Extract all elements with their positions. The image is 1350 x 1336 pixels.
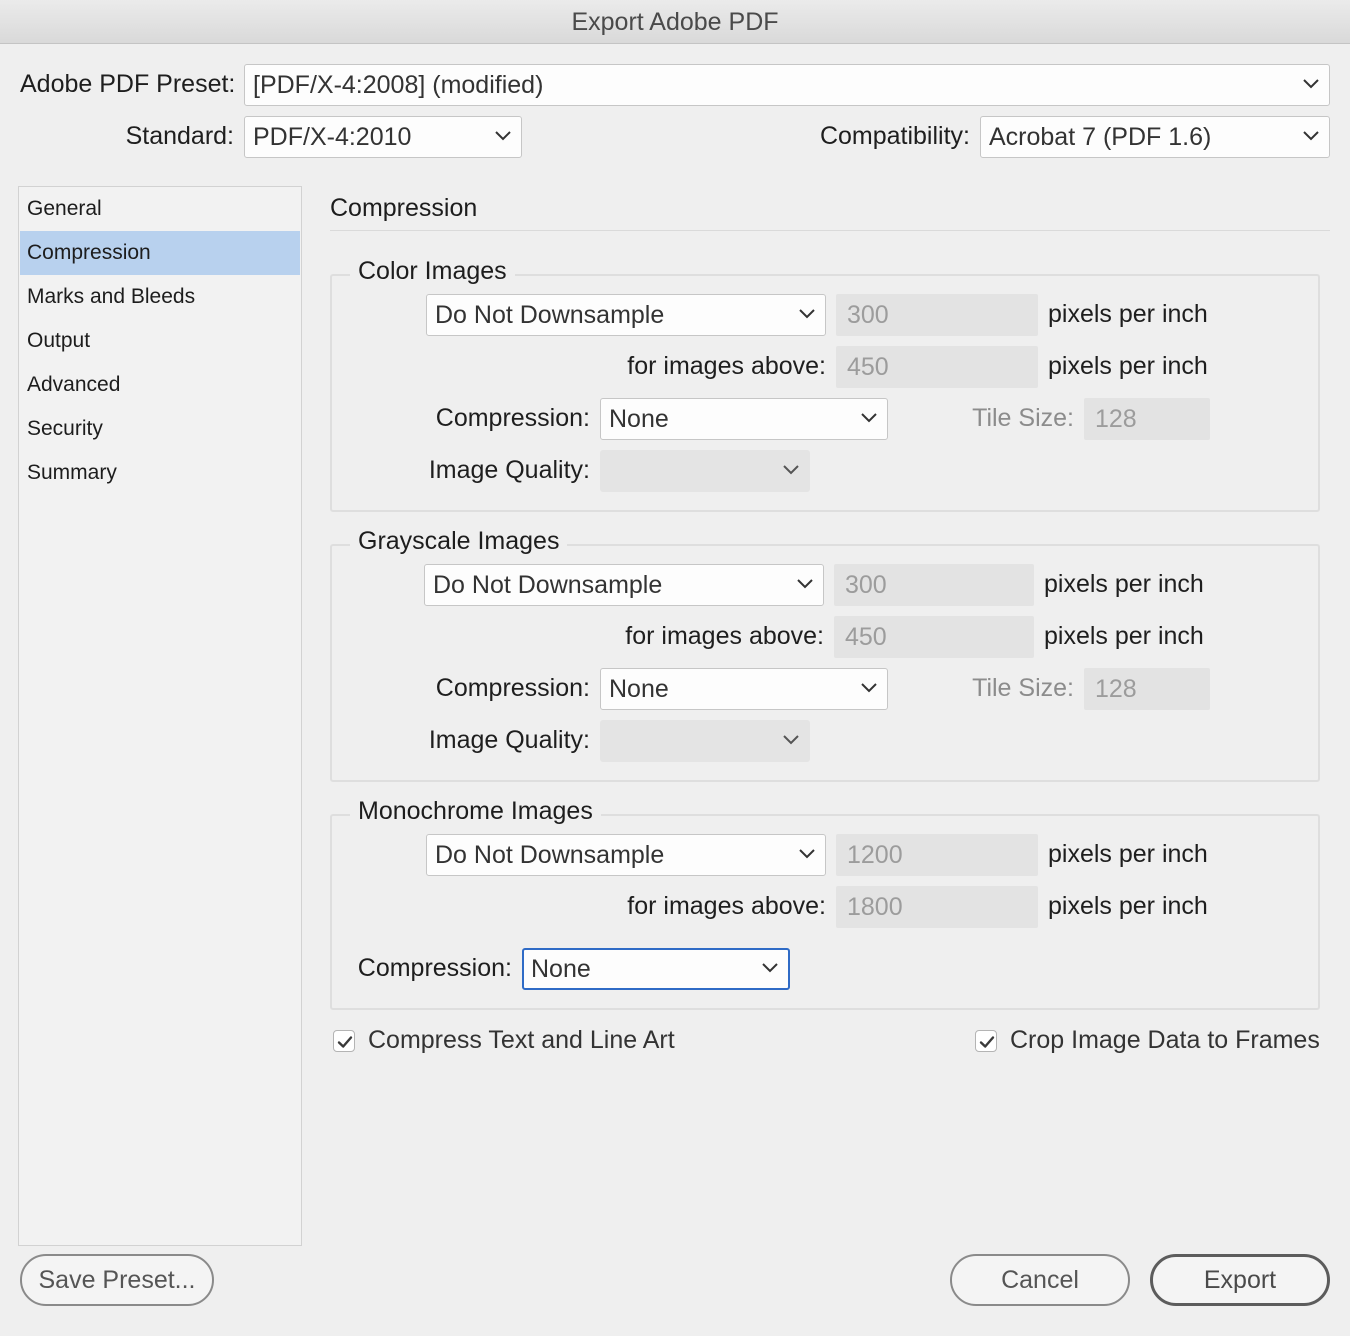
crop-image-checkbox[interactable] bbox=[975, 1030, 997, 1052]
export-button[interactable]: Export bbox=[1150, 1254, 1330, 1306]
crop-image-label[interactable]: Crop Image Data to Frames bbox=[1010, 1026, 1320, 1055]
chevron-down-icon bbox=[861, 683, 877, 693]
color-downsample-select[interactable]: Do Not Downsample bbox=[426, 294, 826, 336]
sidebar-item-advanced[interactable]: Advanced bbox=[20, 363, 300, 407]
color-tile-field[interactable]: 128 bbox=[1084, 398, 1210, 440]
checkmark-icon bbox=[337, 1036, 353, 1048]
color-above-field[interactable]: 450 bbox=[836, 346, 1038, 388]
preset-select[interactable]: [PDF/X-4:2008] (modified) bbox=[244, 64, 1330, 106]
grayscale-compression-select[interactable]: None bbox=[600, 668, 888, 710]
dialog-body: Adobe PDF Preset: [PDF/X-4:2008] (modifi… bbox=[0, 44, 1350, 1336]
grayscale-tile-field[interactable]: 128 bbox=[1084, 668, 1210, 710]
grayscale-downsample-select[interactable]: Do Not Downsample bbox=[424, 564, 824, 606]
grayscale-ppi-field[interactable]: 300 bbox=[834, 564, 1034, 606]
sidebar-item-output[interactable]: Output bbox=[20, 319, 300, 363]
compatibility-select-value: Acrobat 7 (PDF 1.6) bbox=[989, 123, 1212, 151]
chevron-down-icon bbox=[799, 309, 815, 319]
compress-text-checkbox[interactable] bbox=[333, 1030, 355, 1052]
color-quality-label: Image Quality: bbox=[428, 456, 590, 484]
monochrome-compression-select[interactable]: None bbox=[522, 948, 790, 990]
sidebar-item-summary[interactable]: Summary bbox=[20, 451, 300, 495]
window-title: Export Adobe PDF bbox=[0, 0, 1350, 44]
chevron-down-icon bbox=[797, 579, 813, 589]
section-title: Compression bbox=[330, 194, 478, 222]
color-compression-value: None bbox=[609, 405, 669, 433]
monochrome-ppi-field[interactable]: 1200 bbox=[836, 834, 1038, 876]
chevron-down-icon bbox=[495, 131, 511, 141]
color-ppi-unit: pixels per inch bbox=[1048, 300, 1208, 328]
color-compression-select[interactable]: None bbox=[600, 398, 888, 440]
section-divider bbox=[330, 230, 1330, 231]
grayscale-above-label: for images above: bbox=[625, 622, 824, 650]
category-sidebar: General Compression Marks and Bleeds Out… bbox=[18, 186, 302, 1246]
monochrome-compression-value: None bbox=[531, 955, 591, 983]
preset-label: Adobe PDF Preset: bbox=[20, 70, 236, 98]
sidebar-item-security[interactable]: Security bbox=[20, 407, 300, 451]
chevron-down-icon bbox=[762, 963, 778, 973]
color-compression-label: Compression: bbox=[435, 404, 590, 432]
color-above-label: for images above: bbox=[627, 352, 826, 380]
grayscale-above-unit: pixels per inch bbox=[1044, 622, 1204, 650]
grayscale-above-field[interactable]: 450 bbox=[834, 616, 1034, 658]
chevron-down-icon bbox=[783, 735, 799, 745]
chevron-down-icon bbox=[1303, 79, 1319, 89]
standard-select-value: PDF/X-4:2010 bbox=[253, 123, 412, 151]
monochrome-images-legend: Monochrome Images bbox=[350, 797, 601, 826]
grayscale-downsample-value: Do Not Downsample bbox=[433, 571, 663, 599]
grayscale-quality-select[interactable] bbox=[600, 720, 810, 762]
save-preset-button[interactable]: Save Preset... bbox=[20, 1254, 214, 1306]
chevron-down-icon bbox=[861, 413, 877, 423]
compatibility-label: Compatibility: bbox=[819, 122, 970, 150]
monochrome-ppi-unit: pixels per inch bbox=[1048, 840, 1208, 868]
chevron-down-icon bbox=[799, 849, 815, 859]
color-above-unit: pixels per inch bbox=[1048, 352, 1208, 380]
standard-label: Standard: bbox=[125, 122, 234, 150]
monochrome-compression-label: Compression: bbox=[357, 954, 512, 982]
grayscale-quality-label: Image Quality: bbox=[428, 726, 590, 754]
sidebar-item-general[interactable]: General bbox=[20, 187, 300, 231]
cancel-button[interactable]: Cancel bbox=[950, 1254, 1130, 1306]
grayscale-compression-label: Compression: bbox=[435, 674, 590, 702]
grayscale-images-legend: Grayscale Images bbox=[350, 527, 568, 556]
color-images-legend: Color Images bbox=[350, 257, 515, 286]
standard-select[interactable]: PDF/X-4:2010 bbox=[244, 116, 522, 158]
sidebar-item-marks-and-bleeds[interactable]: Marks and Bleeds bbox=[20, 275, 300, 319]
color-tile-label: Tile Size: bbox=[972, 404, 1074, 432]
color-downsample-value: Do Not Downsample bbox=[435, 301, 665, 329]
sidebar-item-compression[interactable]: Compression bbox=[20, 231, 300, 275]
checkmark-icon bbox=[979, 1036, 995, 1048]
grayscale-tile-label: Tile Size: bbox=[972, 674, 1074, 702]
monochrome-downsample-select[interactable]: Do Not Downsample bbox=[426, 834, 826, 876]
chevron-down-icon bbox=[783, 465, 799, 475]
compress-text-label[interactable]: Compress Text and Line Art bbox=[368, 1026, 675, 1055]
monochrome-above-unit: pixels per inch bbox=[1048, 892, 1208, 920]
grayscale-compression-value: None bbox=[609, 675, 669, 703]
color-quality-select[interactable] bbox=[600, 450, 810, 492]
grayscale-ppi-unit: pixels per inch bbox=[1044, 570, 1204, 598]
monochrome-downsample-value: Do Not Downsample bbox=[435, 841, 665, 869]
monochrome-above-field[interactable]: 1800 bbox=[836, 886, 1038, 928]
monochrome-above-label: for images above: bbox=[627, 892, 826, 920]
color-ppi-field[interactable]: 300 bbox=[836, 294, 1038, 336]
preset-select-value: [PDF/X-4:2008] (modified) bbox=[253, 71, 544, 99]
chevron-down-icon bbox=[1303, 131, 1319, 141]
compatibility-select[interactable]: Acrobat 7 (PDF 1.6) bbox=[980, 116, 1330, 158]
